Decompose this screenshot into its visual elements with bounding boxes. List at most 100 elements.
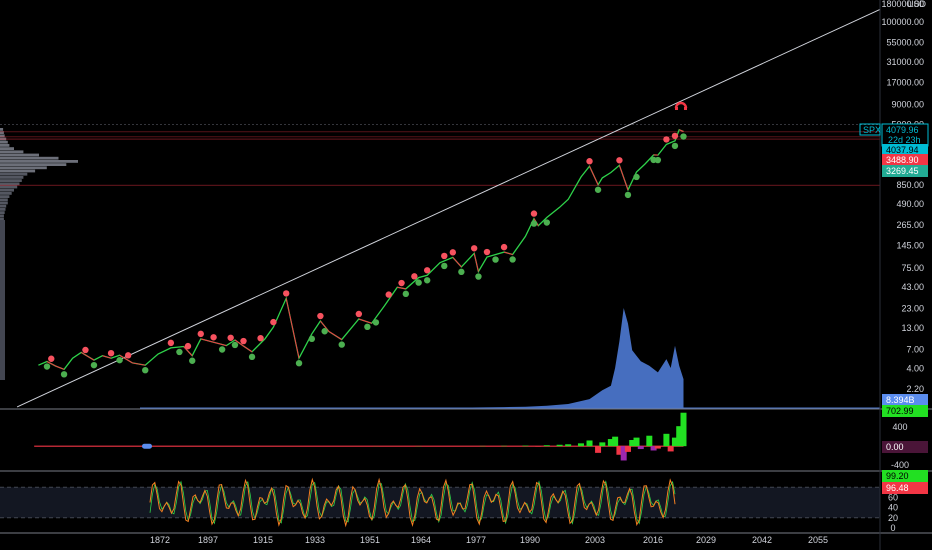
pivot-low-marker <box>509 256 516 263</box>
stochastic-axis-label: 20 <box>888 513 898 523</box>
volume-profile-bar <box>0 192 12 195</box>
pivot-high-marker <box>663 136 670 143</box>
pivot-low-marker <box>321 328 328 335</box>
price-axis-label: 23.00 <box>901 304 924 314</box>
time-axis-label: 1990 <box>520 535 540 545</box>
symbol-tag: SPX <box>863 125 881 135</box>
last-price-tag: 4079.96 <box>886 125 919 135</box>
pivot-low-marker <box>295 359 303 367</box>
time-axis-label: 2003 <box>585 535 605 545</box>
pivot-high-marker <box>586 158 593 165</box>
price-down-segment <box>213 341 227 347</box>
pivot-low-marker <box>338 341 345 348</box>
pivot-high-marker <box>500 243 508 251</box>
price-axis-label: 180000.00 <box>881 0 924 9</box>
price-down-segment <box>80 351 95 361</box>
pivot-high-marker <box>270 318 277 326</box>
price-axis-label: 55000.00 <box>886 38 924 48</box>
time-axis[interactable]: 1872 1897 1915 1933 1951 1964 1977 1990 2003 2016… <box>150 535 828 545</box>
pivot-high-marker <box>530 210 538 217</box>
oscillator-bar <box>556 444 563 447</box>
pivot-high-marker <box>197 330 204 338</box>
oscillator-pane <box>34 412 687 461</box>
oscillator-axis-label: 400 <box>892 422 907 432</box>
pivot-low-marker <box>458 268 465 276</box>
pivot-high-marker <box>317 312 324 320</box>
oscillator-bar <box>633 437 640 447</box>
pivot-low-marker <box>231 341 239 349</box>
volume-profile-bar <box>0 160 78 163</box>
volume-profile-bar <box>0 204 7 208</box>
volume-profile-bar <box>0 217 4 221</box>
trendline[interactable] <box>16 8 881 408</box>
pivot-high-marker <box>441 252 448 260</box>
pivot-low-marker <box>594 186 602 193</box>
volume-profile-bar <box>0 144 10 147</box>
pivot-high-marker <box>257 334 264 342</box>
pivot-low-marker <box>142 366 149 374</box>
pivot-low-marker <box>60 371 68 378</box>
price-down-segment <box>243 345 253 353</box>
price-tag-4037: 4037.94 <box>886 145 919 155</box>
pivot-low-marker <box>176 348 183 356</box>
time-axis-label: 1951 <box>360 535 380 545</box>
pivot-high-marker <box>227 334 234 341</box>
oscillator-bar <box>599 442 606 447</box>
volume-profile-bar <box>0 185 18 189</box>
price-down-segment <box>285 298 300 359</box>
oscillator-start-marker <box>142 443 152 449</box>
price-axis-label: 13.00 <box>901 323 924 333</box>
time-axis-label: 1897 <box>198 535 218 545</box>
time-axis-label: 1964 <box>411 535 431 545</box>
pivot-low-marker <box>492 256 499 263</box>
time-axis-label: 1977 <box>466 535 486 545</box>
pane-separators[interactable] <box>0 0 932 550</box>
pivot-low-marker <box>248 353 256 361</box>
volume-profile-bar <box>0 128 4 131</box>
volume-profile-bar <box>0 172 28 176</box>
oscillator-bar <box>624 446 631 452</box>
price-axis-label: 850.00 <box>896 180 924 190</box>
oscillator-bar <box>667 446 674 452</box>
pivot-high-marker <box>470 245 478 252</box>
volume-profile-bar <box>0 169 36 173</box>
volume-profile-bar <box>0 150 24 154</box>
pivot-high-marker <box>355 310 363 318</box>
volume-tag: 8.394B <box>886 395 915 405</box>
pivot-high-marker <box>240 337 247 345</box>
time-axis-label: 2029 <box>696 535 716 545</box>
time-axis-label: 2016 <box>643 535 663 545</box>
pivot-high-marker <box>423 267 431 274</box>
oscillator-bar <box>654 446 661 449</box>
price-axis[interactable]: USD180000.00100000.0055000.0031000.00170… <box>881 0 926 533</box>
volume-profile-bar <box>0 195 10 198</box>
pivot-high-marker <box>167 339 175 347</box>
pivot-low-marker <box>680 133 687 140</box>
volume-area-fill <box>375 308 684 408</box>
oscillator-bar <box>612 436 619 447</box>
volume-profile-bar <box>0 176 24 179</box>
price-axis-label: 31000.00 <box>886 57 924 67</box>
oscillator-axis-label: -400 <box>891 460 909 470</box>
price-tag-3488: 3488.90 <box>886 155 919 165</box>
pivot-high-marker <box>385 291 392 298</box>
pivot-low-marker <box>218 346 226 353</box>
price-axis-label: 9000.00 <box>891 99 924 109</box>
price-levels <box>0 124 880 186</box>
trendline-segment <box>16 8 881 408</box>
oscillator-bar <box>565 444 572 447</box>
oscillator-bar <box>543 445 550 447</box>
oscillator-bar <box>646 435 653 447</box>
pivot-high-marker <box>411 273 418 280</box>
volume-profile-bar <box>0 208 6 211</box>
chart-canvas[interactable]: USD180000.00100000.0055000.0031000.00170… <box>0 0 932 550</box>
alert-marker[interactable] <box>674 101 688 110</box>
price-axis-label: 75.00 <box>901 263 924 273</box>
oscillator-bar <box>586 440 593 447</box>
pivot-low-marker <box>530 220 538 227</box>
price-down-segment <box>473 253 479 272</box>
pivot-low-marker <box>671 142 679 150</box>
pivot-low-marker <box>633 173 640 181</box>
pivot-low-marker <box>308 335 316 343</box>
pivot-high-marker <box>48 355 55 362</box>
